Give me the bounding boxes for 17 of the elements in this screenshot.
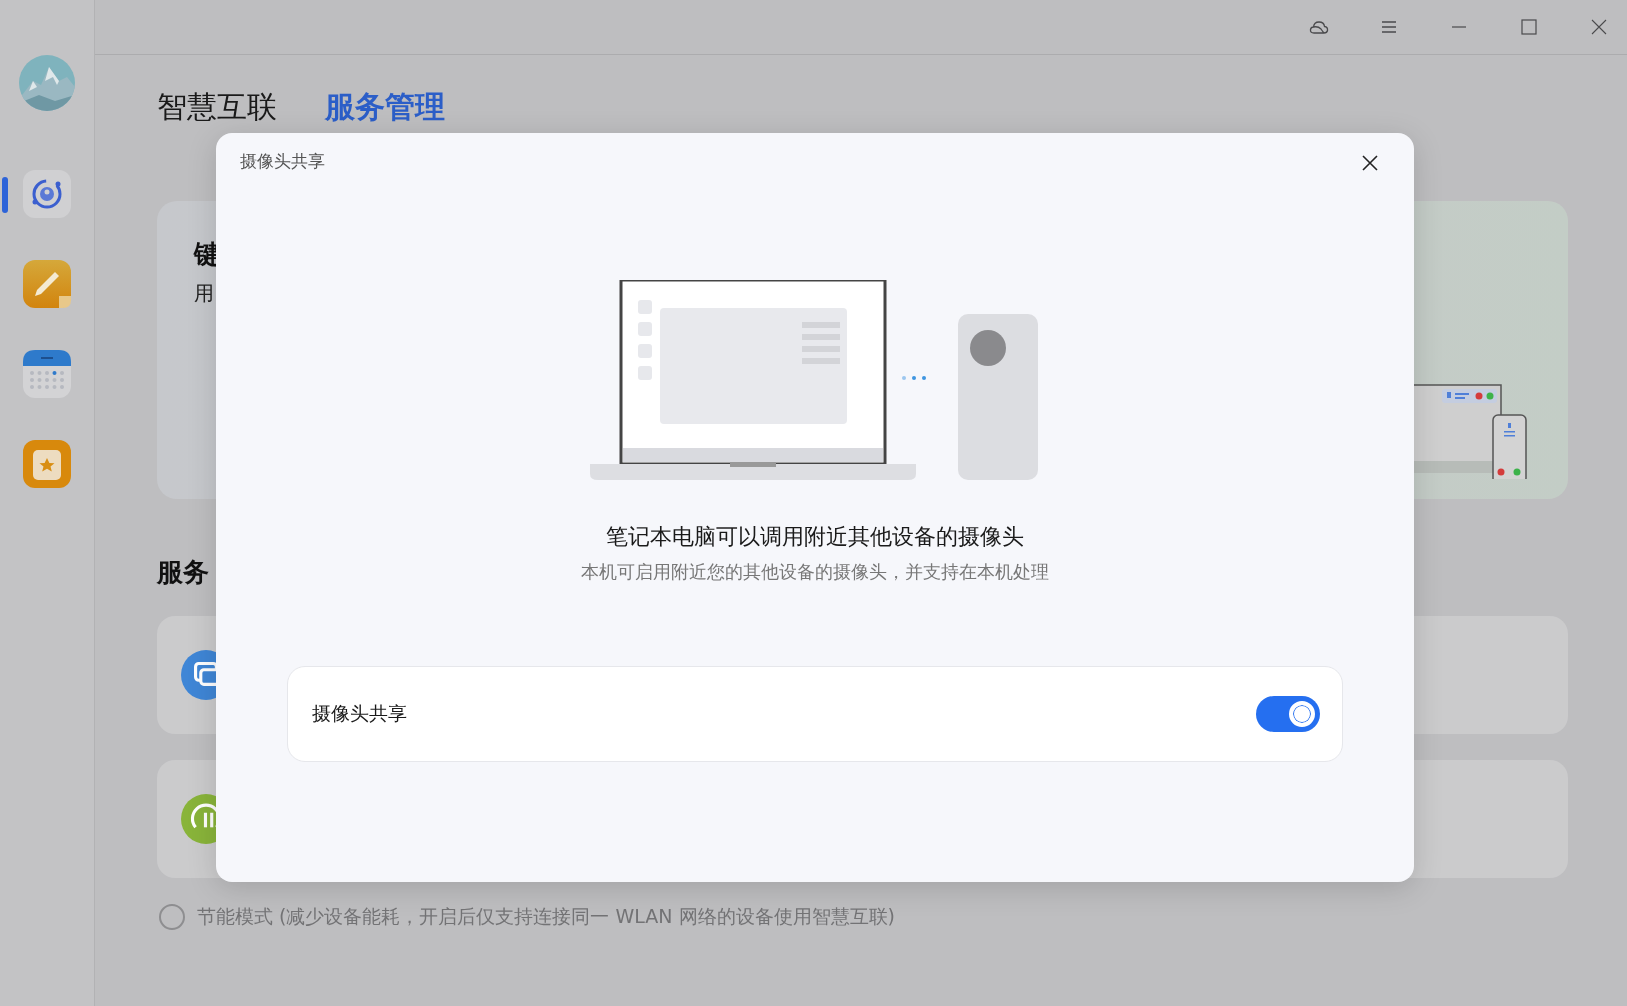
pencil-icon[interactable] — [23, 260, 71, 308]
close-icon — [1360, 153, 1380, 173]
energy-saving-label: 节能模式 (减少设备能耗，开启后仅支持连接同一 WLAN 网络的设备使用智慧互联) — [197, 904, 895, 929]
dialog-description: 本机可启用附近您的其他设备的摄像头，并支持在本机处理 — [581, 560, 1049, 584]
close-icon[interactable] — [1589, 17, 1609, 37]
calendar-icon[interactable] — [23, 350, 71, 398]
radio-button[interactable] — [159, 904, 185, 930]
section-title: 服务 — [157, 556, 209, 589]
maximize-icon[interactable] — [1519, 17, 1539, 37]
connection-icon[interactable] — [23, 170, 71, 218]
toggle-switch[interactable] — [1256, 696, 1320, 732]
card-description: 用 — [194, 280, 215, 307]
dialog-heading: 笔记本电脑可以调用附近其他设备的摄像头 — [606, 523, 1024, 551]
tab[interactable]: 智慧互联 — [157, 85, 277, 129]
dialog-title: 摄像头共享 — [240, 150, 325, 173]
star-folder-icon[interactable] — [23, 440, 71, 488]
setting-label: 摄像头共享 — [312, 701, 407, 726]
